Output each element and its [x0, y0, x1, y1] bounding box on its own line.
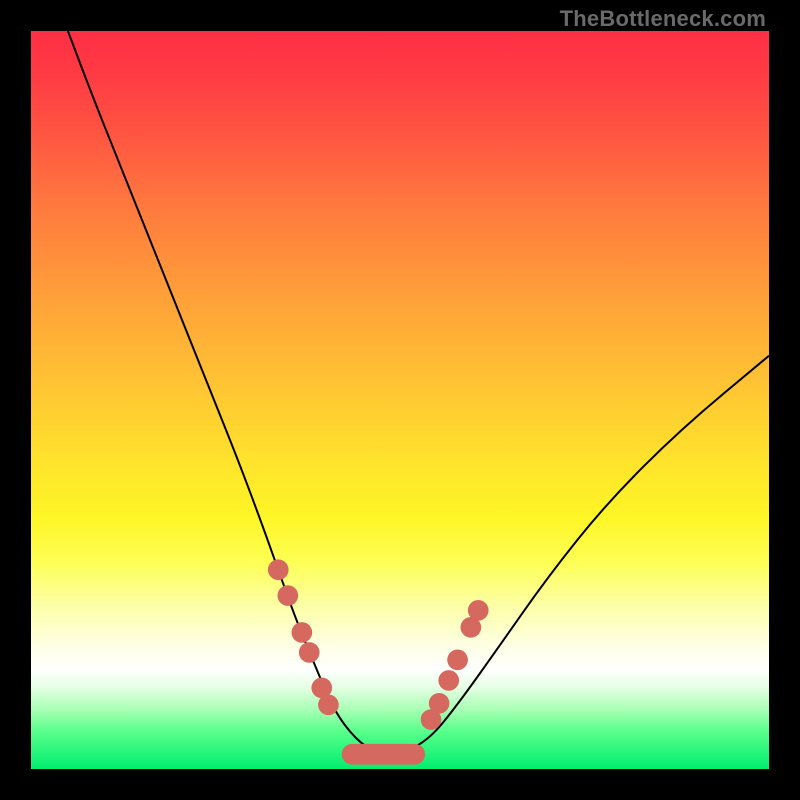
marker-point	[299, 642, 320, 663]
curve-layer	[68, 31, 769, 754]
plot-area	[31, 31, 769, 769]
marker-point	[292, 622, 313, 643]
marker-point	[318, 694, 339, 715]
marker-point	[438, 670, 459, 691]
marker-layer	[268, 559, 489, 754]
marker-point	[468, 600, 489, 621]
marker-point	[447, 649, 468, 670]
watermark-text: TheBottleneck.com	[560, 6, 766, 32]
marker-point	[429, 693, 450, 714]
marker-point	[277, 585, 298, 606]
chart-svg	[31, 31, 769, 769]
bottleneck-curve	[68, 31, 769, 754]
marker-point	[268, 559, 289, 580]
